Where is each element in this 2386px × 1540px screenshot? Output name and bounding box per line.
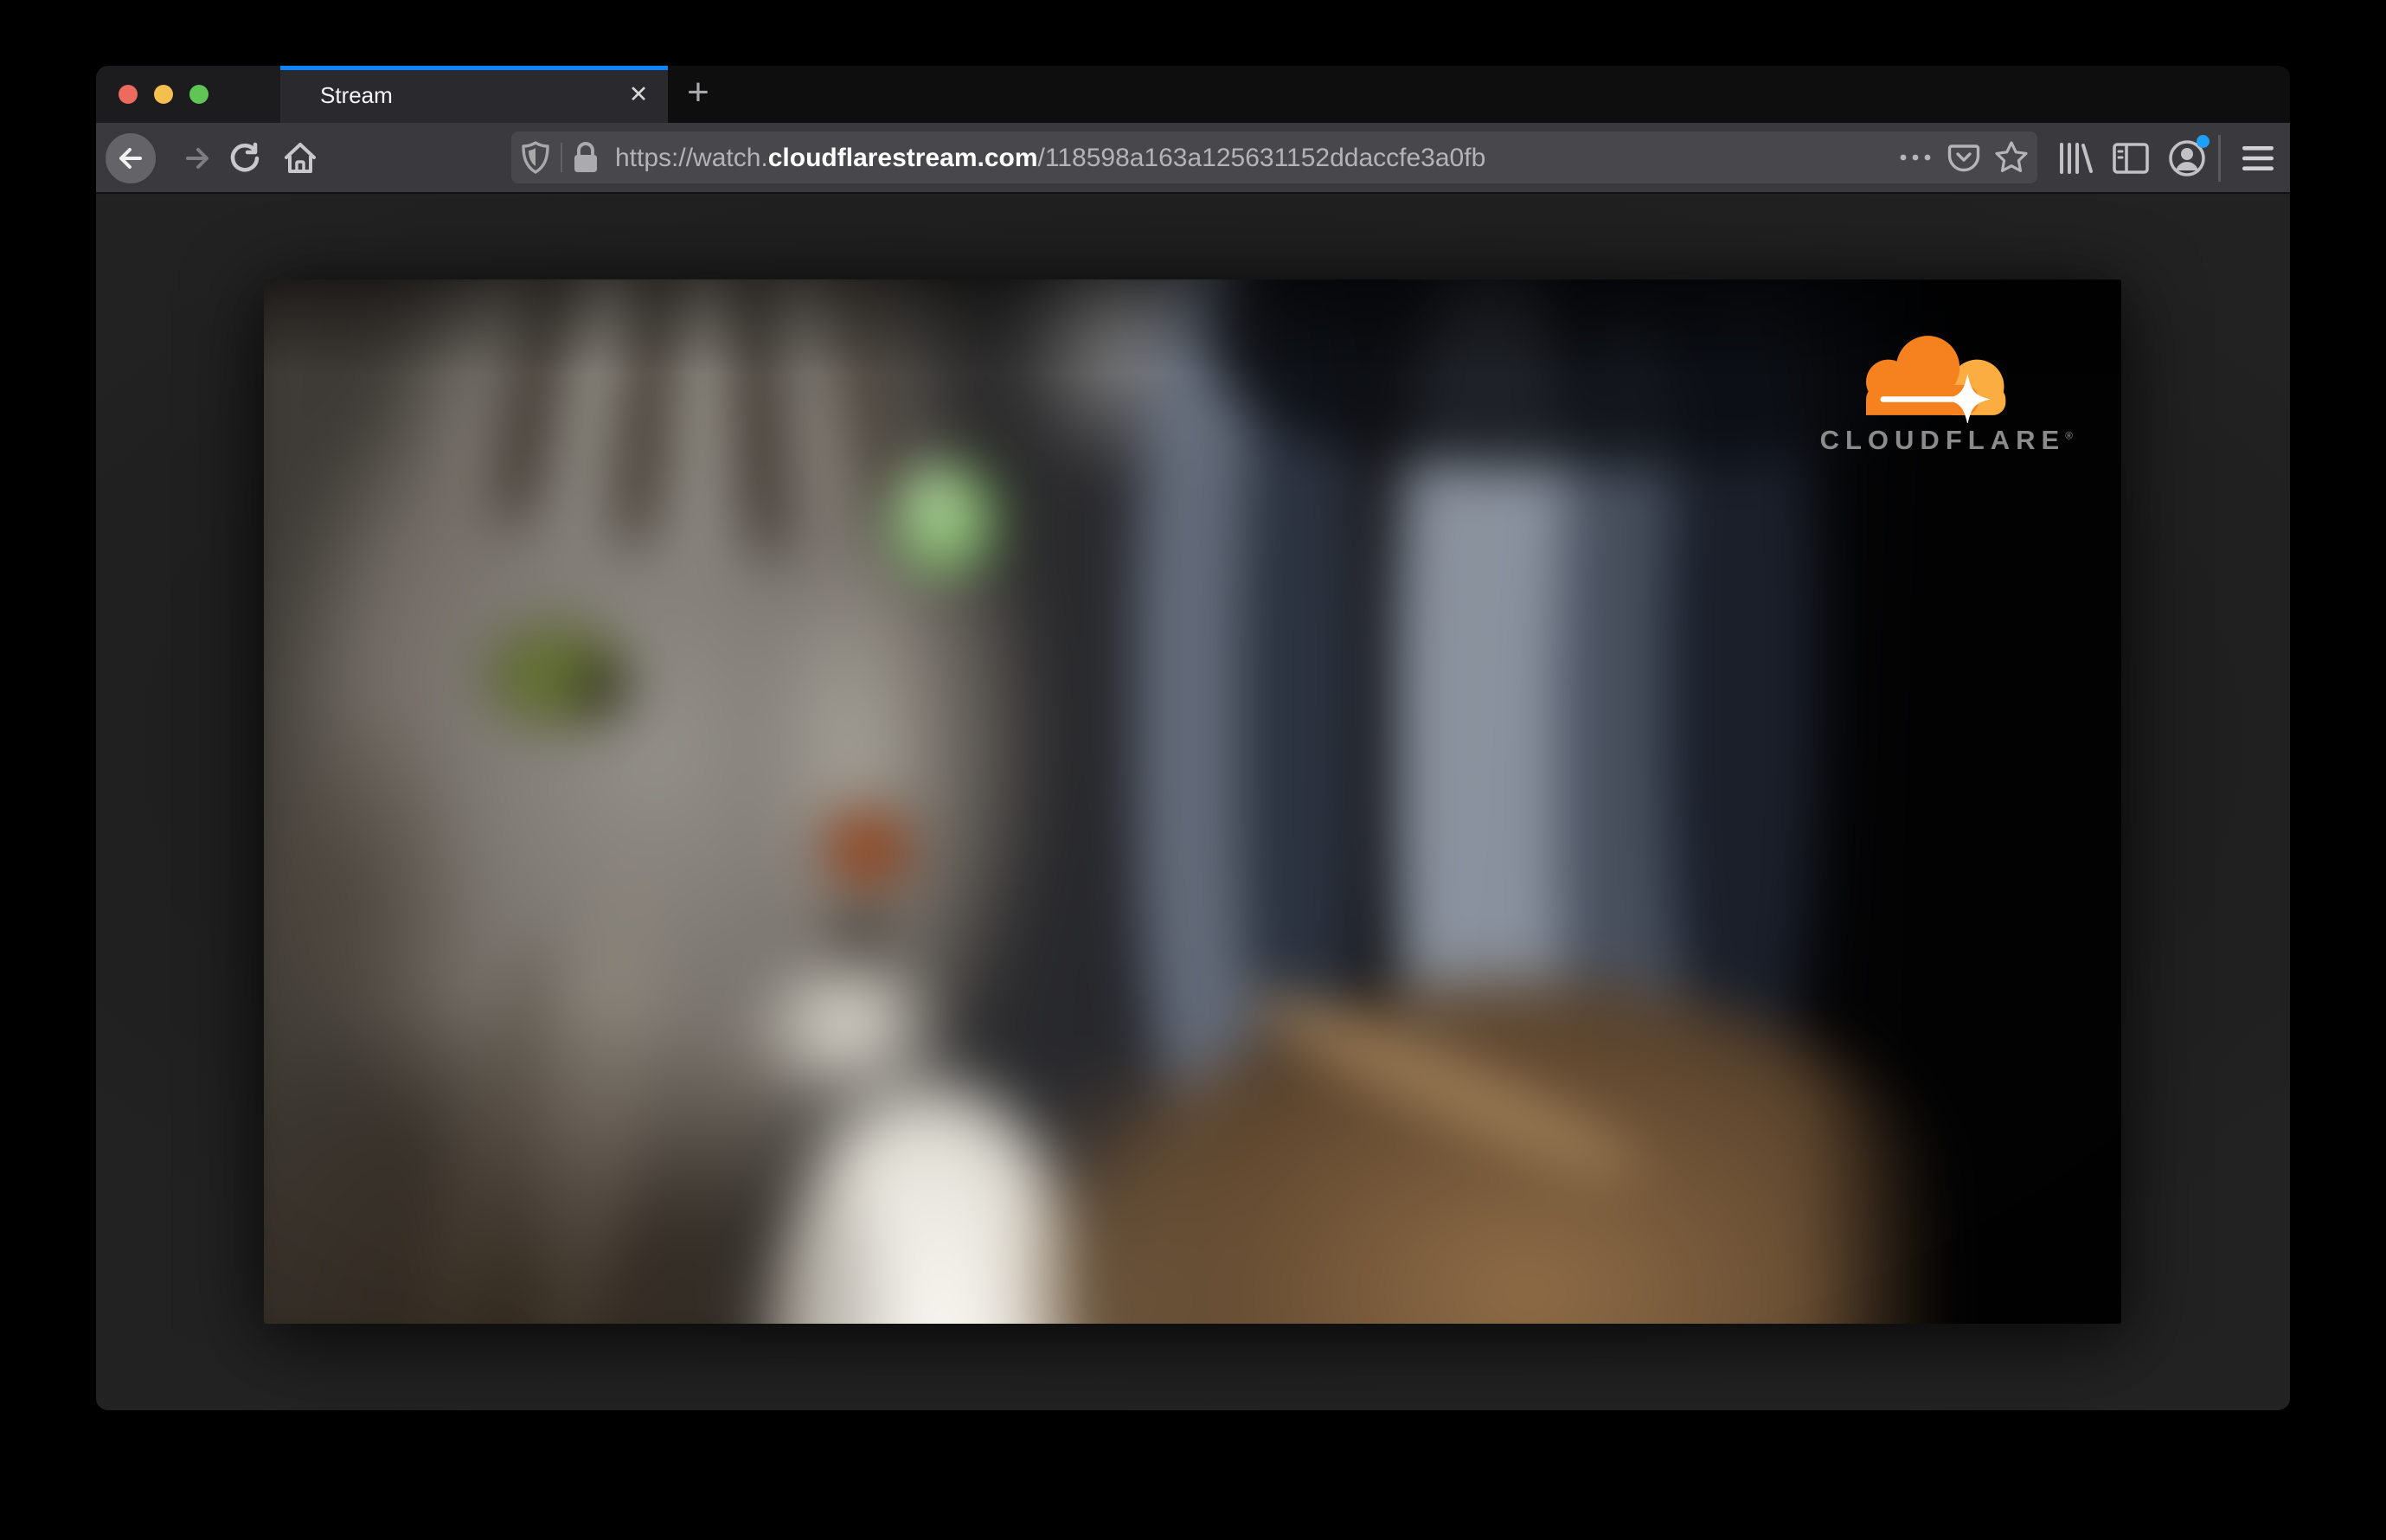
forward-button[interactable] xyxy=(171,123,223,194)
home-icon xyxy=(285,143,316,173)
url-domain: cloudflarestream.com xyxy=(767,144,1038,172)
lock-icon xyxy=(574,142,597,172)
reload-icon xyxy=(230,142,260,172)
url-path: /118598a163a125631152ddaccfe3a0fb xyxy=(1037,144,1486,172)
new-tab-button[interactable]: + xyxy=(674,66,722,123)
library-button[interactable] xyxy=(2053,123,2098,194)
tab-title: Stream xyxy=(320,82,393,108)
tab-close-icon[interactable]: ✕ xyxy=(616,66,661,123)
shield-icon xyxy=(522,141,549,174)
bookmark-star-button[interactable] xyxy=(1989,132,2034,183)
page-content: CLOUDFLARE® xyxy=(96,196,2290,1410)
cloudflare-wordmark: CLOUDFLARE® xyxy=(1819,425,2073,455)
pocket-button[interactable] xyxy=(1941,132,1986,183)
video-player[interactable]: CLOUDFLARE® xyxy=(264,279,2121,1324)
menu-button[interactable] xyxy=(2234,123,2282,194)
tab-bar: Stream ✕ + xyxy=(96,66,2290,123)
tab-stream[interactable]: Stream ✕ xyxy=(280,66,668,123)
window-close-button[interactable] xyxy=(119,85,138,104)
site-security-button[interactable] xyxy=(565,132,606,183)
url-bar[interactable]: https://watch.cloudflarestream.com/11859… xyxy=(511,132,2037,183)
trademark-mark: ® xyxy=(2065,429,2073,442)
back-icon xyxy=(119,148,142,169)
ellipsis-icon xyxy=(1900,154,1931,161)
reload-button[interactable] xyxy=(219,123,271,194)
star-icon xyxy=(1995,141,2028,172)
sidebar-button[interactable] xyxy=(2108,123,2153,194)
screen: Stream ✕ + https://watch.cloudflarestrea… xyxy=(0,0,2386,1540)
hamburger-icon xyxy=(2242,146,2274,170)
library-icon xyxy=(2060,143,2093,174)
forward-icon xyxy=(186,148,208,169)
back-button[interactable] xyxy=(103,131,158,186)
sidebar-icon xyxy=(2113,143,2149,174)
account-button[interactable] xyxy=(2164,123,2210,194)
browser-window: Stream ✕ + https://watch.cloudflarestrea… xyxy=(96,66,2290,1410)
cloudflare-cloud-icon xyxy=(1866,336,2006,423)
account-notification-badge xyxy=(2197,135,2210,148)
macos-titlebar xyxy=(96,66,280,123)
tracking-protection-button[interactable] xyxy=(516,132,555,183)
window-minimize-button[interactable] xyxy=(154,85,173,104)
url-display[interactable]: https://watch.cloudflarestream.com/11859… xyxy=(615,132,1485,183)
url-prefix: https://watch. xyxy=(615,144,768,172)
page-actions-button[interactable] xyxy=(1893,132,1938,183)
cloudflare-watermark: CLOUDFLARE® xyxy=(1787,328,2073,456)
urlbar-divider xyxy=(561,143,562,172)
navigation-toolbar: https://watch.cloudflarestream.com/11859… xyxy=(96,123,2290,194)
pocket-icon xyxy=(1947,144,1980,172)
window-zoom-button[interactable] xyxy=(189,85,208,104)
home-button[interactable] xyxy=(274,123,326,194)
toolbar-divider xyxy=(2218,135,2221,182)
